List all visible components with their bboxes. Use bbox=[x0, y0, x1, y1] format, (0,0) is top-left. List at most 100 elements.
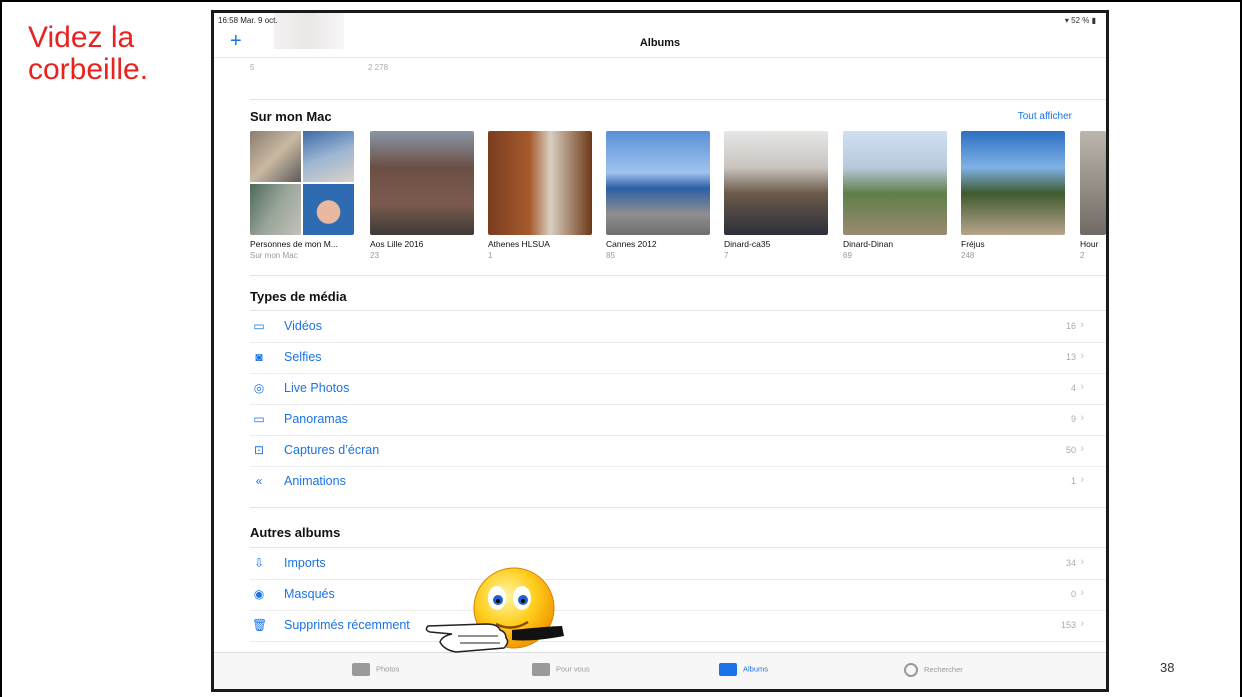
page-title: Albums bbox=[639, 37, 681, 49]
media-type-row-videos[interactable]: ▭ Vidéos 16 › bbox=[250, 311, 1106, 343]
selfie-icon: ◙ bbox=[255, 350, 263, 364]
chevron-right-icon: › bbox=[1080, 474, 1084, 486]
import-icon: ⇩ bbox=[253, 556, 265, 570]
row-count: 34 bbox=[1065, 558, 1076, 568]
photos-tab-icon bbox=[352, 663, 370, 676]
album-name: Hour bbox=[1080, 239, 1099, 249]
chevron-right-icon: › bbox=[1080, 443, 1084, 455]
row-count: 0 bbox=[1070, 589, 1076, 599]
tab-albums[interactable]: Albums bbox=[719, 663, 768, 676]
album-count: 23 bbox=[370, 251, 379, 260]
album-thumbnail-cannes[interactable] bbox=[606, 131, 710, 235]
album-row-supprimes-recemment[interactable]: 🗑 Supprimés récemment 153 › bbox=[250, 610, 1106, 642]
album-name: Athenes HLSUA bbox=[488, 239, 550, 249]
album-thumbnail-dinard-dinan[interactable] bbox=[843, 131, 947, 235]
album-name: Personnes de mon M... bbox=[250, 239, 338, 249]
search-icon bbox=[904, 663, 918, 677]
media-type-row-panoramas[interactable]: ▭ Panoramas 9 › bbox=[250, 404, 1106, 436]
media-type-row-selfies[interactable]: ◙ Selfies 13 › bbox=[250, 342, 1106, 374]
album-thumbnail-personnes[interactable] bbox=[250, 131, 354, 235]
tab-label: Rechercher bbox=[924, 664, 963, 674]
divider bbox=[250, 507, 1106, 508]
caption-line: Videz la corbeille. bbox=[28, 21, 149, 86]
section-title-types-de-media: Types de média bbox=[250, 289, 347, 304]
album-count: 248 bbox=[961, 251, 975, 260]
pointing-smiley-annotation bbox=[425, 567, 564, 653]
media-type-row-live-photos[interactable]: ◎ Live Photos 4 › bbox=[250, 373, 1106, 405]
hidden-eye-icon: ◉ bbox=[253, 587, 265, 601]
row-count: 16 bbox=[1065, 321, 1076, 331]
previous-count: 2 278 bbox=[368, 63, 389, 72]
slide-border bbox=[0, 0, 2, 697]
status-battery: ▾ 52 % ▮ bbox=[1064, 16, 1096, 25]
album-count: 85 bbox=[606, 251, 615, 260]
row-count: 50 bbox=[1065, 445, 1076, 455]
album-row-masques[interactable]: ◉ Masqués 0 › bbox=[250, 579, 1106, 611]
album-name: Fréjus bbox=[961, 239, 985, 249]
row-label: Live Photos bbox=[284, 381, 350, 395]
slide-caption: Videz la corbeille. bbox=[28, 22, 148, 86]
row-count: 13 bbox=[1065, 352, 1076, 362]
status-bar: 16:58 Mar. 9 oct. ▾ 52 % ▮ bbox=[214, 13, 1106, 27]
row-label: Animations bbox=[284, 474, 346, 488]
album-name: Cannes 2012 bbox=[606, 239, 657, 249]
row-count: 1 bbox=[1070, 476, 1076, 486]
album-name: Aos Lille 2016 bbox=[370, 239, 424, 249]
album-name: Dinard-ca35 bbox=[724, 239, 771, 249]
chevron-right-icon: › bbox=[1080, 618, 1084, 630]
row-label: Supprimés récemment bbox=[284, 618, 410, 632]
album-thumbnail-athenes[interactable] bbox=[488, 131, 592, 235]
panorama-icon: ▭ bbox=[253, 412, 265, 426]
trash-icon: 🗑 bbox=[252, 618, 268, 632]
tab-label: Photos bbox=[376, 664, 400, 674]
see-all-link[interactable]: Tout afficher bbox=[1018, 111, 1072, 122]
ipad-screen: 16:58 Mar. 9 oct. ▾ 52 % ▮ + Albums 5 2 … bbox=[211, 10, 1109, 692]
divider bbox=[250, 275, 1106, 276]
section-title-autres-albums: Autres albums bbox=[250, 525, 341, 540]
album-thumbnail-aos-lille[interactable] bbox=[370, 131, 474, 235]
status-time: 16:58 Mar. 9 oct. bbox=[218, 16, 278, 25]
previous-count: 5 bbox=[250, 63, 255, 72]
animation-icon: « bbox=[255, 474, 263, 488]
tab-rechercher[interactable]: Rechercher bbox=[904, 663, 963, 677]
section-title-sur-mon-mac: Sur mon Mac bbox=[250, 109, 332, 124]
album-thumbnail-frejus[interactable] bbox=[961, 131, 1065, 235]
album-row-imports[interactable]: ⇩ Imports 34 › bbox=[250, 548, 1106, 580]
album-name: Dinard-Dinan bbox=[843, 239, 894, 249]
row-label: Masqués bbox=[284, 587, 335, 601]
slide-border bbox=[0, 0, 1242, 2]
screenshot-icon: ⊡ bbox=[253, 443, 265, 457]
row-label: Captures d’écran bbox=[284, 443, 380, 457]
album-count: Sur mon Mac bbox=[250, 251, 298, 260]
row-label: Selfies bbox=[284, 350, 322, 364]
media-type-row-captures[interactable]: ⊡ Captures d’écran 50 › bbox=[250, 435, 1106, 467]
row-label: Imports bbox=[284, 556, 326, 570]
albums-tab-icon bbox=[719, 663, 737, 676]
navigation-bar: + Albums bbox=[214, 27, 1106, 58]
live-photo-icon: ◎ bbox=[253, 381, 265, 395]
tab-label: Albums bbox=[743, 664, 769, 674]
chevron-right-icon: › bbox=[1080, 381, 1084, 393]
row-label: Vidéos bbox=[284, 319, 322, 333]
chevron-right-icon: › bbox=[1080, 412, 1084, 424]
chevron-right-icon: › bbox=[1080, 556, 1084, 568]
video-icon: ▭ bbox=[253, 319, 265, 333]
album-count: 7 bbox=[724, 251, 729, 260]
divider bbox=[250, 99, 1106, 100]
album-count: 2 bbox=[1080, 251, 1085, 260]
media-type-row-animations[interactable]: « Animations 1 › bbox=[250, 466, 1106, 497]
chevron-right-icon: › bbox=[1080, 350, 1084, 362]
tab-photos[interactable]: Photos bbox=[352, 663, 399, 676]
tab-bar: Photos Pour vous Albums Rechercher bbox=[214, 652, 1106, 689]
album-count: 1 bbox=[488, 251, 493, 260]
row-count: 153 bbox=[1060, 620, 1076, 630]
chevron-right-icon: › bbox=[1080, 319, 1084, 331]
album-thumbnail-dinard-ca35[interactable] bbox=[724, 131, 828, 235]
row-label: Panoramas bbox=[284, 412, 348, 426]
row-count: 9 bbox=[1070, 414, 1076, 424]
slide-number: 38 bbox=[1160, 660, 1175, 675]
album-count: 69 bbox=[843, 251, 852, 260]
album-thumbnail-hour[interactable] bbox=[1080, 131, 1106, 235]
row-count: 4 bbox=[1070, 383, 1076, 393]
chevron-right-icon: › bbox=[1080, 587, 1084, 599]
